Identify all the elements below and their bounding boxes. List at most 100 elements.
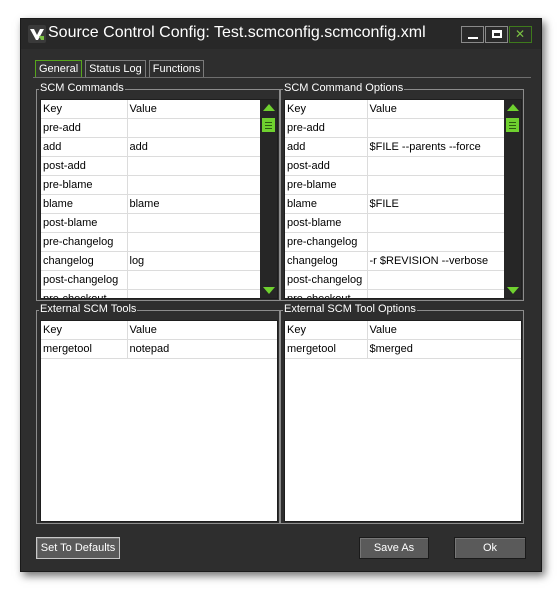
save-as-button[interactable]: Save As: [359, 537, 429, 559]
key-cell[interactable]: pre-add: [41, 118, 128, 138]
column-header-key[interactable]: Key: [41, 321, 128, 340]
column-header-key[interactable]: Key: [41, 100, 128, 119]
table-row[interactable]: blame $FILE: [285, 194, 506, 214]
app-logo-icon: [28, 25, 46, 43]
key-cell[interactable]: post-add: [41, 156, 128, 176]
table-row[interactable]: pre-blame: [285, 175, 506, 195]
key-cell[interactable]: changelog: [41, 251, 128, 271]
scm-command-options-grid[interactable]: Key Value pre-add add $FILE --parents --f…: [284, 99, 522, 299]
close-icon: ✕: [515, 27, 526, 41]
external-scm-tool-options-table: Key Value mergetool $merged: [285, 321, 521, 359]
table-row[interactable]: post-add: [41, 156, 262, 176]
key-cell[interactable]: blame: [285, 194, 368, 214]
scroll-thumb[interactable]: [262, 118, 275, 132]
scm-commands-grid[interactable]: Key Value pre-add add add post-add pre-bl…: [40, 99, 278, 299]
key-cell[interactable]: pre-changelog: [285, 232, 368, 252]
value-cell[interactable]: [367, 289, 506, 298]
table-row[interactable]: add add: [41, 137, 262, 157]
table-row[interactable]: changelog log: [41, 251, 262, 271]
key-cell[interactable]: post-blame: [41, 213, 128, 233]
key-cell[interactable]: pre-checkout: [285, 289, 368, 298]
tab-status-log[interactable]: Status Log: [85, 60, 146, 78]
scm-commands-scrollbar[interactable]: [260, 100, 277, 298]
value-cell[interactable]: -r $REVISION --verbose: [367, 251, 506, 271]
column-header-key[interactable]: Key: [285, 321, 368, 340]
table-row[interactable]: mergetool $merged: [285, 339, 521, 359]
table-row[interactable]: pre-changelog: [41, 232, 262, 252]
table-row[interactable]: pre-checkout: [41, 289, 262, 298]
key-cell[interactable]: add: [41, 137, 128, 157]
value-cell[interactable]: [367, 213, 506, 233]
value-cell[interactable]: [127, 175, 262, 195]
table-row[interactable]: pre-blame: [41, 175, 262, 195]
table-row[interactable]: pre-add: [41, 118, 262, 138]
value-cell[interactable]: [127, 232, 262, 252]
scm-command-options-scrollbar[interactable]: [504, 100, 521, 298]
value-cell[interactable]: log: [127, 251, 262, 271]
value-cell[interactable]: [127, 289, 262, 298]
scroll-down-arrow-icon[interactable]: [263, 287, 275, 294]
title-bar[interactable]: Source Control Config: Test.scmconfig.sc…: [21, 19, 541, 49]
table-row[interactable]: blame blame: [41, 194, 262, 214]
column-header-value[interactable]: Value: [127, 321, 277, 340]
table-row[interactable]: post-changelog: [41, 270, 262, 290]
tab-general[interactable]: General: [35, 60, 83, 78]
key-cell[interactable]: mergetool: [41, 339, 128, 359]
ok-button[interactable]: Ok: [454, 537, 526, 559]
scroll-thumb[interactable]: [506, 118, 519, 132]
external-scm-tools-grid[interactable]: Key Value mergetool notepad: [40, 320, 278, 522]
key-cell[interactable]: pre-checkout: [41, 289, 128, 298]
value-cell[interactable]: [367, 156, 506, 176]
key-cell[interactable]: add: [285, 137, 368, 157]
key-cell[interactable]: mergetool: [285, 339, 368, 359]
table-row[interactable]: pre-add: [285, 118, 506, 138]
column-header-key[interactable]: Key: [285, 100, 368, 119]
scroll-up-arrow-icon[interactable]: [507, 104, 519, 111]
set-to-defaults-button[interactable]: Set To Defaults: [36, 537, 120, 559]
table-row[interactable]: post-blame: [285, 213, 506, 233]
scroll-up-arrow-icon[interactable]: [263, 104, 275, 111]
column-header-value[interactable]: Value: [367, 321, 521, 340]
column-header-value[interactable]: Value: [127, 100, 262, 119]
key-cell[interactable]: pre-blame: [285, 175, 368, 195]
value-cell[interactable]: $FILE --parents --force: [367, 137, 506, 157]
key-cell[interactable]: blame: [41, 194, 128, 214]
key-cell[interactable]: post-changelog: [41, 270, 128, 290]
table-row[interactable]: changelog -r $REVISION --verbose: [285, 251, 506, 271]
key-cell[interactable]: pre-blame: [41, 175, 128, 195]
value-cell[interactable]: [127, 213, 262, 233]
table-row[interactable]: pre-changelog: [285, 232, 506, 252]
value-cell[interactable]: [367, 118, 506, 138]
value-cell[interactable]: blame: [127, 194, 262, 214]
tab-functions[interactable]: Functions: [148, 60, 205, 78]
scroll-down-arrow-icon[interactable]: [507, 287, 519, 294]
value-cell[interactable]: [127, 156, 262, 176]
maximize-icon: [492, 30, 502, 38]
table-row[interactable]: mergetool notepad: [41, 339, 277, 359]
table-row[interactable]: post-changelog: [285, 270, 506, 290]
close-button[interactable]: ✕: [509, 26, 532, 43]
value-cell[interactable]: add: [127, 137, 262, 157]
value-cell[interactable]: [127, 270, 262, 290]
external-scm-tool-options-grid[interactable]: Key Value mergetool $merged: [284, 320, 522, 522]
table-row[interactable]: post-blame: [41, 213, 262, 233]
value-cell[interactable]: $FILE: [367, 194, 506, 214]
value-cell[interactable]: [367, 232, 506, 252]
column-header-value[interactable]: Value: [367, 100, 506, 119]
value-cell[interactable]: [127, 118, 262, 138]
value-cell[interactable]: [367, 270, 506, 290]
table-row[interactable]: pre-checkout: [285, 289, 506, 298]
value-cell[interactable]: $merged: [367, 339, 521, 359]
table-row[interactable]: add $FILE --parents --force: [285, 137, 506, 157]
key-cell[interactable]: pre-add: [285, 118, 368, 138]
key-cell[interactable]: post-changelog: [285, 270, 368, 290]
key-cell[interactable]: changelog: [285, 251, 368, 271]
key-cell[interactable]: pre-changelog: [41, 232, 128, 252]
table-row[interactable]: post-add: [285, 156, 506, 176]
maximize-button[interactable]: [485, 26, 508, 43]
value-cell[interactable]: [367, 175, 506, 195]
minimize-button[interactable]: [461, 26, 484, 43]
value-cell[interactable]: notepad: [127, 339, 277, 359]
key-cell[interactable]: post-blame: [285, 213, 368, 233]
key-cell[interactable]: post-add: [285, 156, 368, 176]
